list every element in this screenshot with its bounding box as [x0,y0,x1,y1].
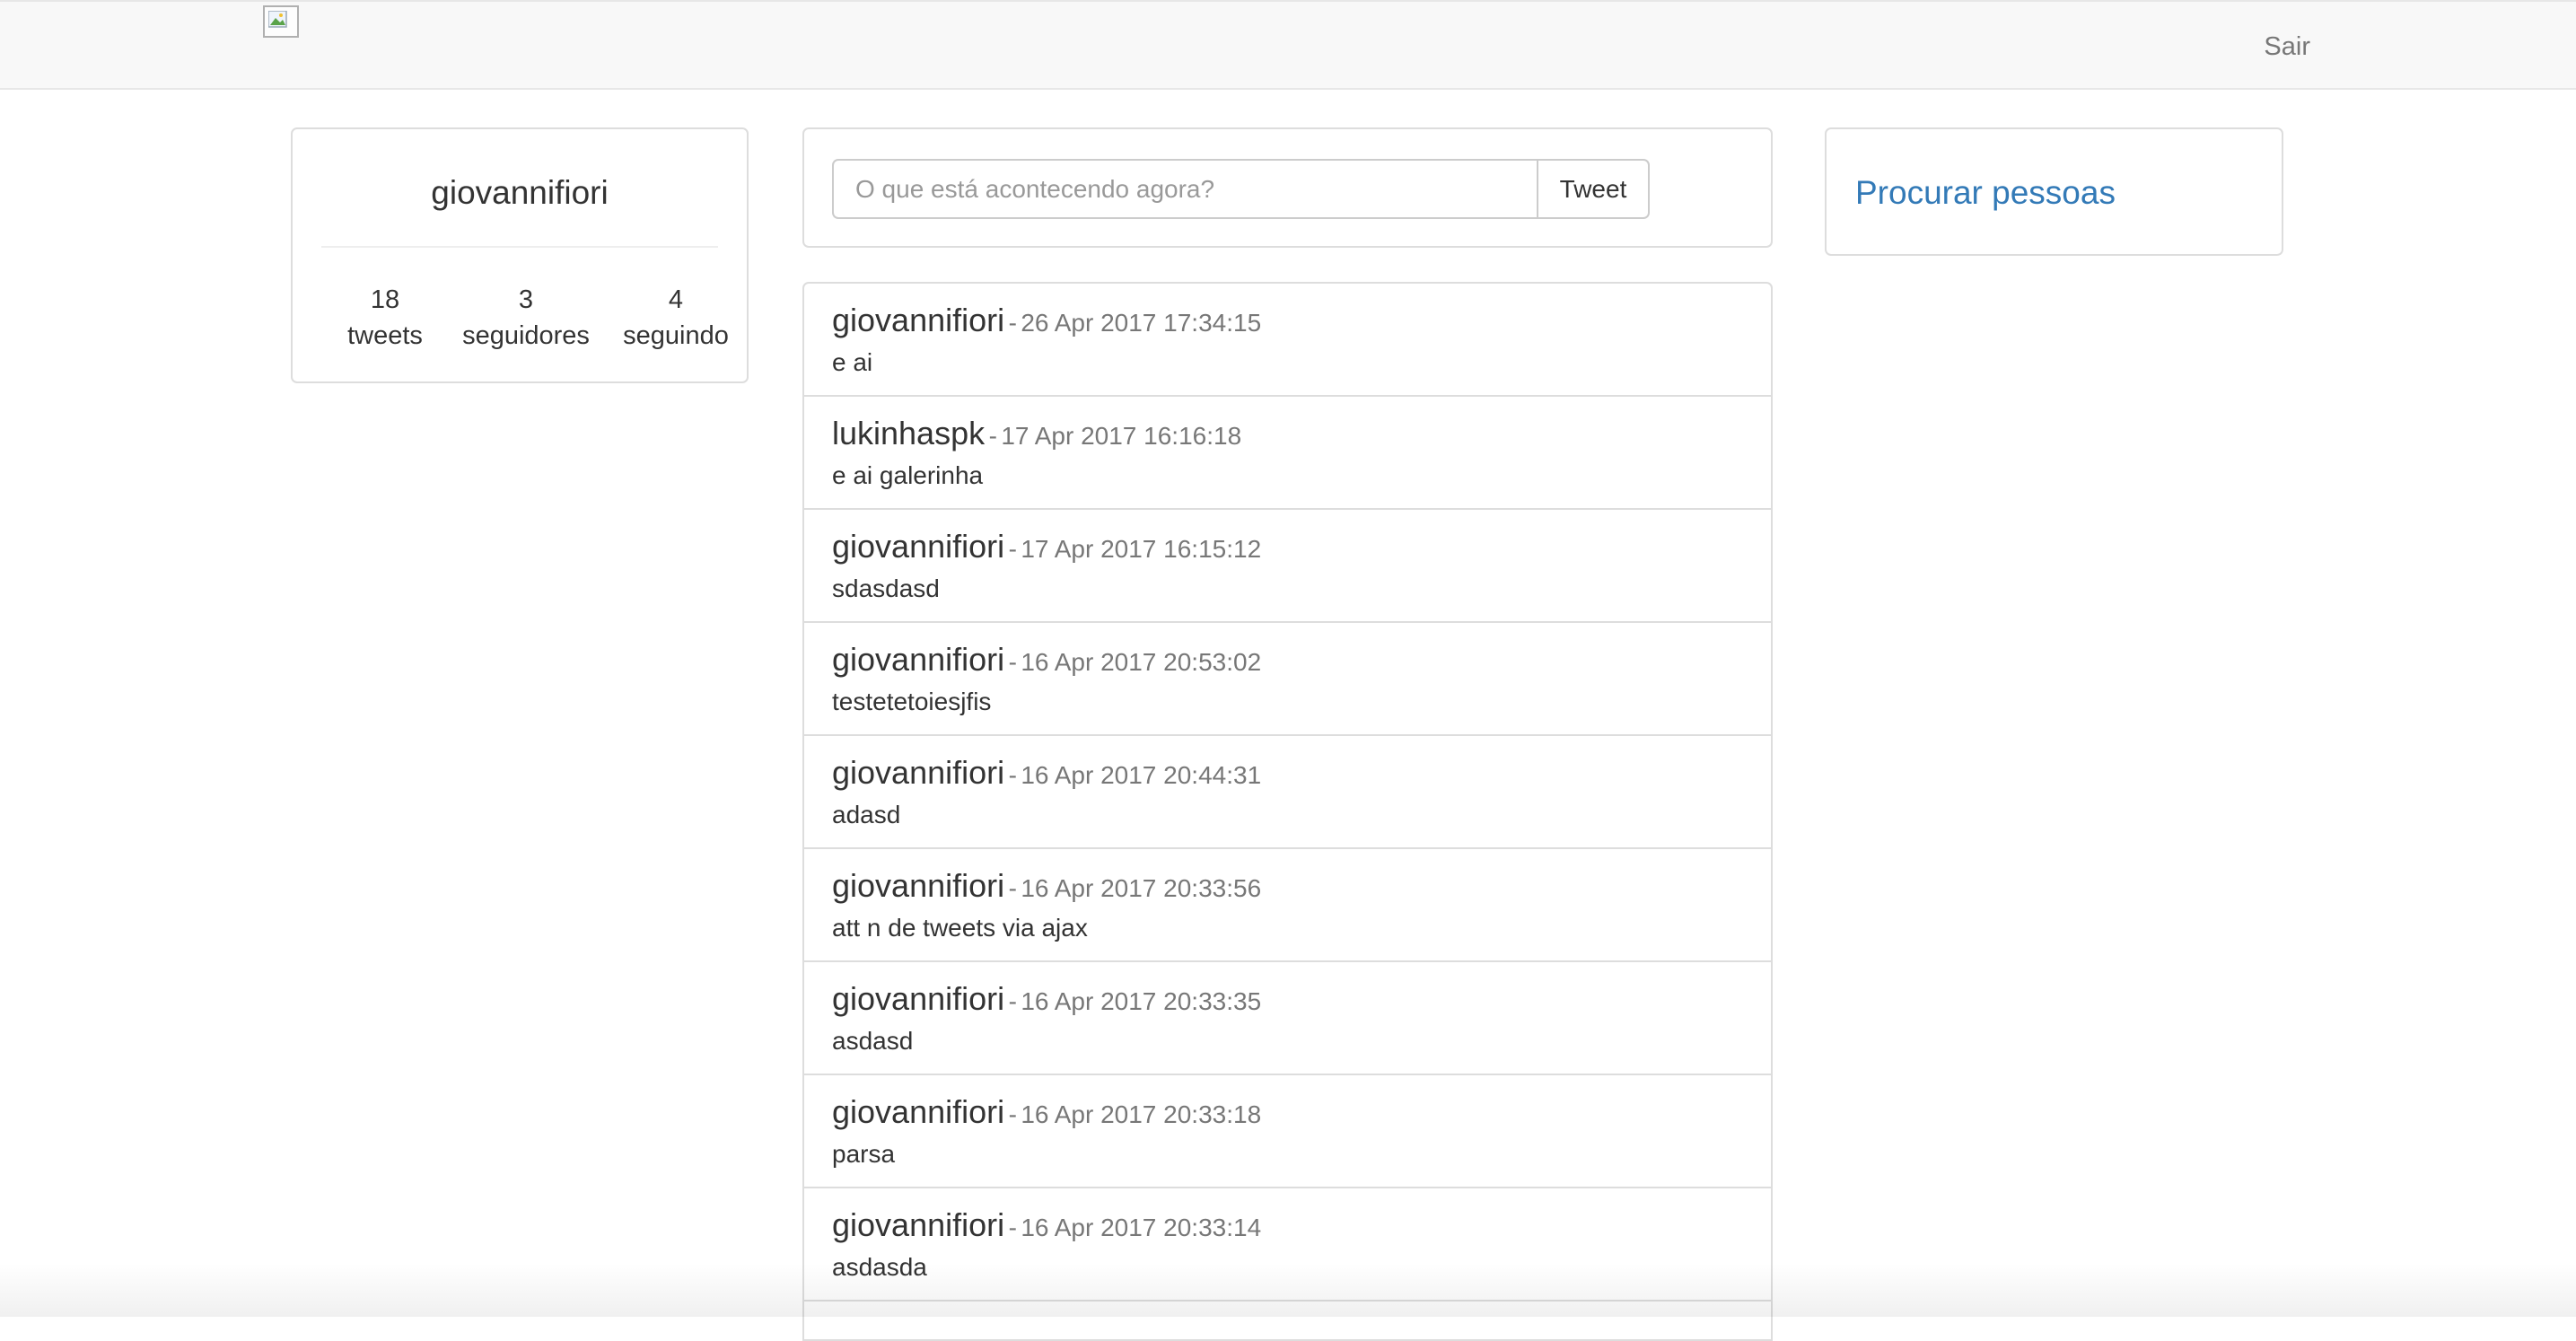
profile-card: giovannifiori 18 tweets 3 seguidores 4 s… [291,127,749,383]
broken-image-icon[interactable] [263,5,299,38]
tweet-text: e ai galerinha [832,461,984,489]
tweet-author[interactable]: giovannifiori [832,302,1004,338]
tweet-author[interactable]: giovannifiori [832,754,1004,791]
list-item: giovannifiori - 16 Apr 2017 20:33:18 par… [804,1075,1771,1188]
list-item: giovannifiori - 16 Apr 2017 20:33:56 att… [804,849,1771,962]
stat-label: seguindo [623,321,729,350]
tweet-feed: giovannifiori - 26 Apr 2017 17:34:15 e a… [802,282,1773,1341]
logout-link[interactable]: Sair [2264,32,2310,62]
tweet-separator: - [1008,535,1017,563]
tweet-author[interactable]: giovannifiori [832,528,1004,565]
tweet-input[interactable] [832,159,1538,219]
stat-tweets[interactable]: 18 tweets [340,282,430,354]
bottom-shadow [0,1263,2576,1317]
tweet-separator: - [988,422,997,450]
tweet-date: 16 Apr 2017 20:44:31 [1021,761,1262,789]
stat-followers[interactable]: 3 seguidores [454,282,598,354]
stat-value: 4 [668,285,684,314]
stat-value: 3 [518,285,534,314]
tweet-text: adasd [832,801,901,828]
tweet-date: 16 Apr 2017 20:33:18 [1021,1100,1262,1128]
list-item: giovannifiori - 26 Apr 2017 17:34:15 e a… [804,284,1771,397]
tweet-separator: - [1008,1214,1017,1241]
stat-label: seguidores [462,321,590,350]
tweet-text: testetetoiesjfis [832,688,992,715]
tweet-author[interactable]: giovannifiori [832,980,1004,1017]
tweet-text: parsa [832,1140,896,1168]
stat-label: tweets [347,321,423,350]
tweet-date: 17 Apr 2017 16:15:12 [1021,535,1262,563]
tweet-date: 16 Apr 2017 20:33:35 [1021,987,1262,1015]
list-item: lukinhaspk - 17 Apr 2017 16:16:18 e ai g… [804,397,1771,510]
tweet-separator: - [1008,648,1017,676]
tweet-date: 16 Apr 2017 20:53:02 [1021,648,1262,676]
tweet-separator: - [1008,1100,1017,1128]
tweet-button[interactable]: Tweet [1537,159,1650,219]
tweet-text: att n de tweets via ajax [832,914,1088,942]
tweet-date: 26 Apr 2017 17:34:15 [1021,309,1262,337]
search-people-card: Procurar pessoas [1825,127,2283,256]
stat-following[interactable]: 4 seguindo [618,282,734,354]
stat-value: 18 [370,285,400,314]
tweet-date: 17 Apr 2017 16:16:18 [1001,422,1242,450]
tweet-author[interactable]: giovannifiori [832,1206,1004,1243]
tweet-author[interactable]: giovannifiori [832,1093,1004,1130]
tweet-author[interactable]: lukinhaspk [832,415,985,451]
tweet-composer: Tweet [802,127,1773,248]
list-item: giovannifiori - 17 Apr 2017 16:15:12 sda… [804,510,1771,623]
tweet-separator: - [1008,761,1017,789]
tweet-author[interactable]: giovannifiori [832,641,1004,678]
list-item: giovannifiori - 16 Apr 2017 20:33:35 asd… [804,962,1771,1075]
tweet-text: e ai [832,348,873,376]
profile-divider [321,246,718,248]
profile-username: giovannifiori [431,174,609,211]
tweet-author[interactable]: giovannifiori [832,867,1004,904]
tweet-separator: - [1008,987,1017,1015]
tweet-date: 16 Apr 2017 20:33:14 [1021,1214,1262,1241]
list-item: giovannifiori - 16 Apr 2017 20:53:02 tes… [804,623,1771,736]
tweet-text: sdasdasd [832,574,940,602]
tweet-date: 16 Apr 2017 20:33:56 [1021,874,1262,902]
search-people-link[interactable]: Procurar pessoas [1855,174,2116,212]
tweet-separator: - [1008,309,1017,337]
tweet-text: asdasd [832,1027,914,1055]
top-navbar: Sair [0,0,2576,90]
tweet-separator: - [1008,874,1017,902]
list-item: giovannifiori - 16 Apr 2017 20:44:31 ada… [804,736,1771,849]
